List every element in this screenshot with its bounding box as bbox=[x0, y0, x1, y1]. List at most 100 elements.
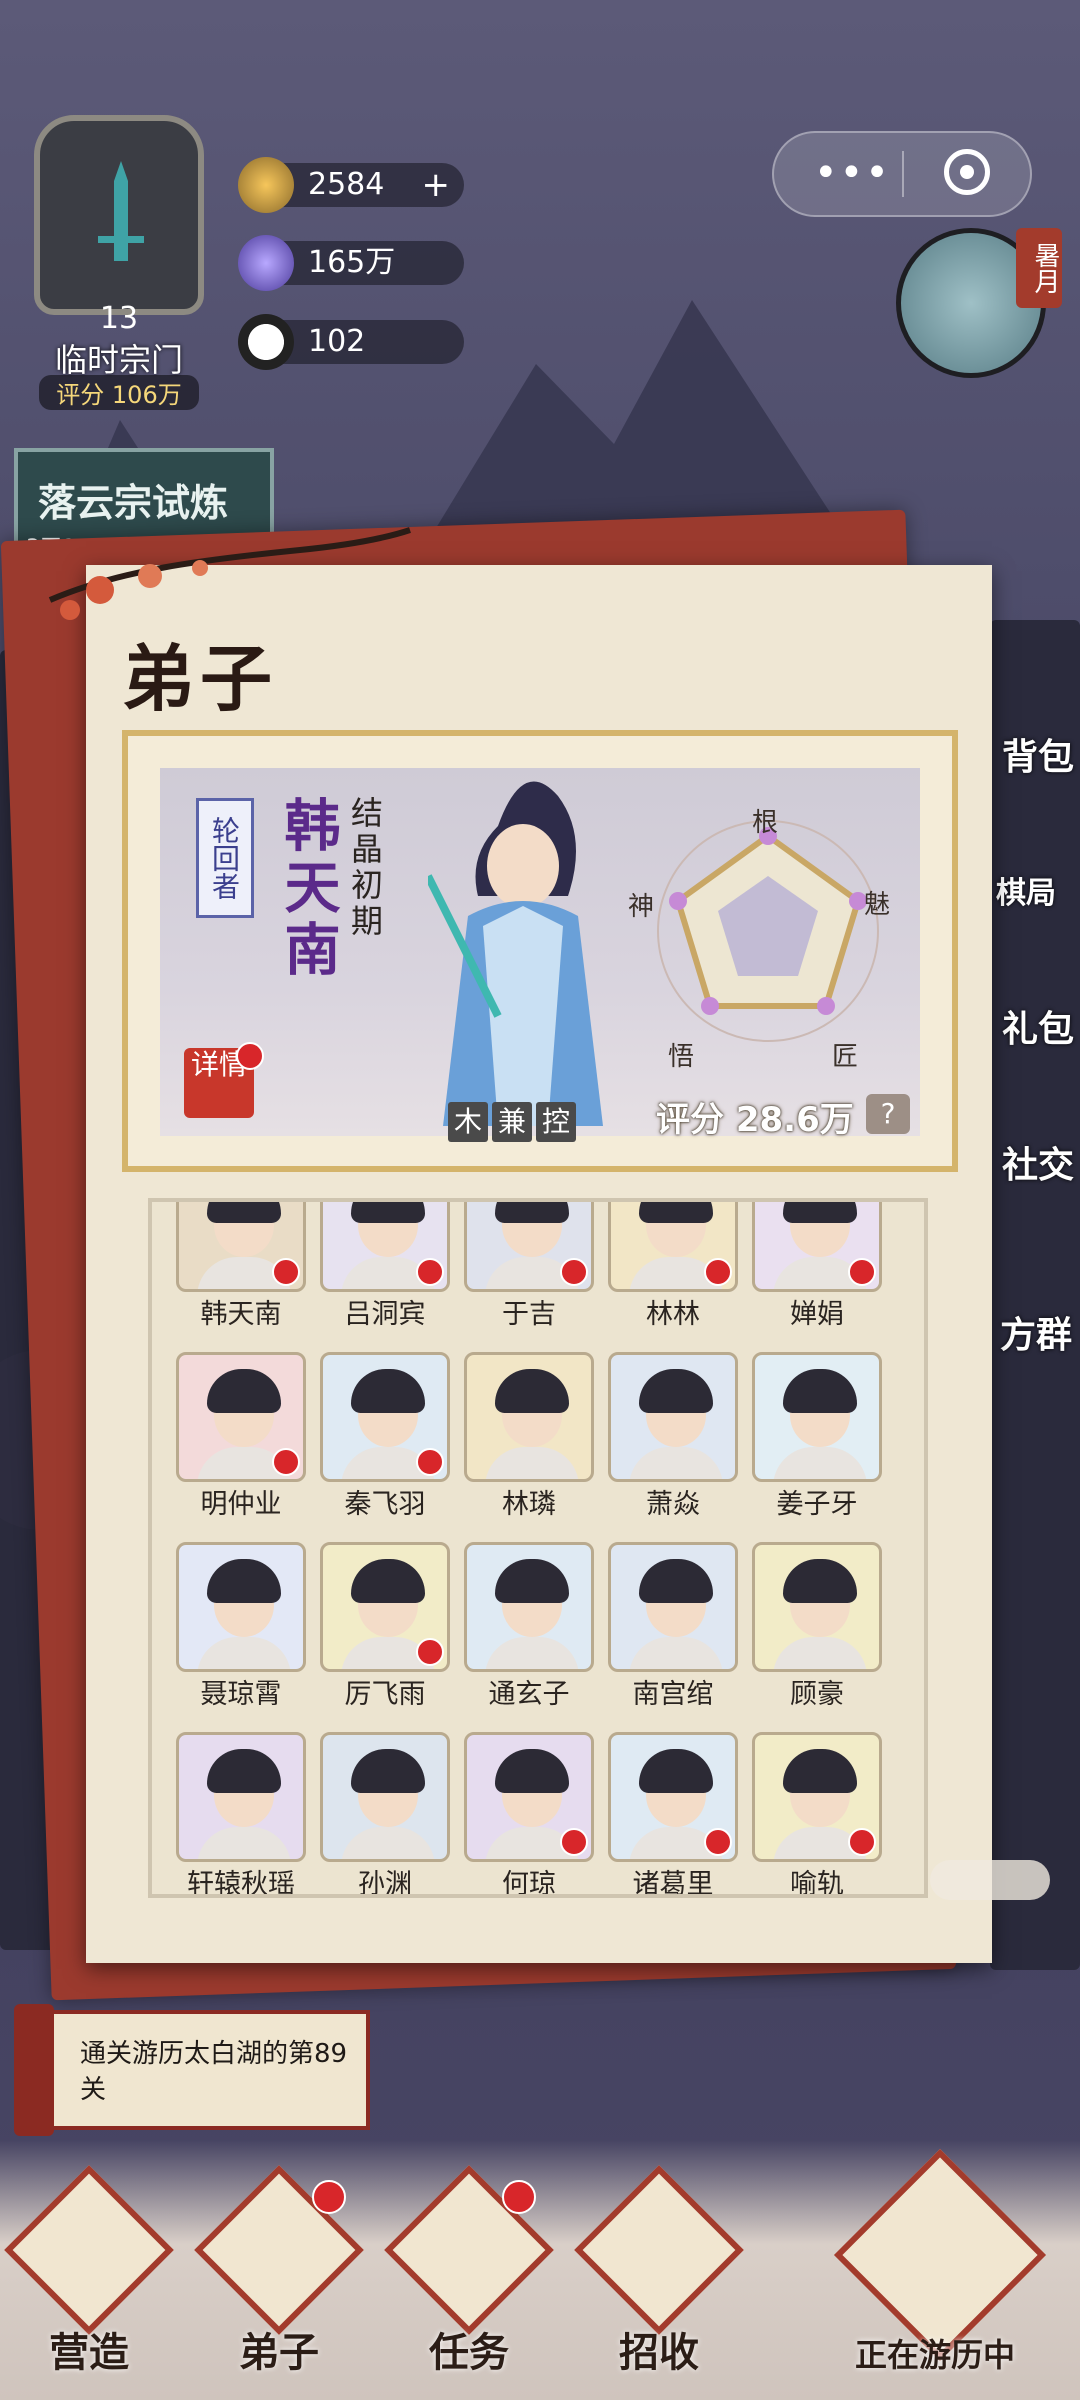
disciple-name: 顾豪 bbox=[790, 1679, 844, 1710]
background-building bbox=[990, 620, 1080, 1970]
notification-dot bbox=[502, 2180, 536, 2214]
quest-tracker[interactable]: 通关游历太白湖的第89关 bbox=[14, 2004, 370, 2136]
disciple-card-item[interactable]: 顾豪 bbox=[752, 1542, 882, 1712]
disciple-card-item[interactable]: 于吉 bbox=[464, 1202, 594, 1332]
notification-dot bbox=[416, 1258, 444, 1286]
cloud-decoration bbox=[930, 1860, 1050, 1900]
disciple-card-item[interactable]: 韩天南 bbox=[176, 1202, 306, 1332]
resource-value: 165万 bbox=[308, 245, 396, 280]
crystal-icon bbox=[238, 235, 294, 291]
sect-emblem[interactable]: 13 临时宗门 评分 106万 bbox=[24, 115, 214, 415]
disciple-card-item[interactable]: 通玄子 bbox=[464, 1542, 594, 1712]
disciple-card-item[interactable]: 林林 bbox=[608, 1202, 738, 1332]
resource-value: 102 bbox=[308, 324, 366, 359]
disciple-name: 何琼 bbox=[502, 1869, 556, 1898]
disciple-name: 南宫绾 bbox=[632, 1679, 714, 1710]
disciple-name: 孙渊 bbox=[358, 1869, 412, 1898]
trait-chip: 控 bbox=[536, 1102, 576, 1142]
disciple-card-item[interactable]: 聂琼霄 bbox=[176, 1542, 306, 1712]
more-icon[interactable]: ••• bbox=[814, 153, 891, 193]
featured-realm: 结晶初期 bbox=[346, 796, 384, 940]
disciple-avatar bbox=[464, 1542, 594, 1672]
featured-disciple-panel: 轮回者 韩天南 结晶初期 详情 木兼控 根 魅 匠 悟 神 评分 28.6万 ? bbox=[122, 730, 958, 1172]
disciple-name: 聂琼霄 bbox=[200, 1679, 282, 1710]
quest-text: 通关游历太白湖的第89关 bbox=[80, 2039, 348, 2105]
side-chess[interactable]: 棋局 bbox=[996, 868, 1056, 912]
notification-dot bbox=[272, 1258, 300, 1286]
radar-label-root: 根 bbox=[752, 808, 779, 838]
disciple-name: 诸葛里 bbox=[632, 1869, 714, 1898]
disciple-card-item[interactable]: 何琼 bbox=[464, 1732, 594, 1894]
disciple-name: 厉飞雨 bbox=[344, 1679, 426, 1710]
disciple-name: 喻轨 bbox=[790, 1869, 844, 1898]
nav-disciples[interactable]: 弟子 bbox=[194, 2165, 364, 2380]
disciple-card-item[interactable]: 秦飞羽 bbox=[320, 1352, 450, 1522]
disciple-card-item[interactable]: 吕洞宾 bbox=[320, 1202, 450, 1332]
featured-character-portrait bbox=[424, 756, 618, 1146]
disciple-name: 通玄子 bbox=[488, 1679, 570, 1710]
resource-spirit-stone[interactable]: 2584 + bbox=[238, 157, 464, 213]
radar-label-craft: 匠 bbox=[832, 1042, 859, 1072]
trait-chip: 木 bbox=[448, 1102, 488, 1142]
close-miniprogram-icon[interactable] bbox=[944, 149, 990, 195]
side-gift[interactable]: 礼包 bbox=[1002, 1000, 1074, 1052]
disciple-name: 吕洞宾 bbox=[344, 1299, 426, 1330]
side-social[interactable]: 社交 bbox=[1002, 1136, 1074, 1188]
disciple-card-item[interactable]: 轩辕秋瑶 bbox=[176, 1732, 306, 1894]
disciple-name: 轩辕秋瑶 bbox=[187, 1869, 295, 1898]
attribute-radar-chart bbox=[648, 806, 888, 1046]
notification-dot bbox=[416, 1448, 444, 1476]
side-group[interactable]: 方群 bbox=[1000, 1306, 1072, 1358]
nav-recruit[interactable]: 招收 bbox=[574, 2165, 744, 2380]
disciple-list[interactable]: 韩天南 吕洞宾 于吉 林林 婵娟明仲业 秦飞羽 林璘 萧焱 姜子牙聂琼霄 厉飞雨 通玄子 南宫绾 顾豪轩… bbox=[148, 1198, 928, 1898]
recruit-icon bbox=[574, 2165, 744, 2335]
notification-dot bbox=[416, 1638, 444, 1666]
disciple-card-item[interactable]: 婵娟 bbox=[752, 1202, 882, 1332]
disciple-card-item[interactable]: 林璘 bbox=[464, 1352, 594, 1522]
nav-tasks[interactable]: 任务 bbox=[384, 2165, 554, 2380]
radar-label-insight: 悟 bbox=[668, 1042, 695, 1072]
nav-label: 正在游历中 bbox=[854, 2336, 1015, 2374]
nav-build[interactable]: 营造 bbox=[4, 2165, 174, 2380]
rank-badge: 轮回者 bbox=[196, 798, 254, 918]
disciple-card-item[interactable]: 诸葛里 bbox=[608, 1732, 738, 1894]
disciple-name: 林璘 bbox=[502, 1489, 556, 1520]
disciple-avatar bbox=[464, 1352, 594, 1482]
nav-label: 营造 bbox=[49, 2329, 129, 2376]
side-bag[interactable]: 背包 bbox=[1002, 728, 1074, 780]
sect-score: 评分 106万 bbox=[39, 375, 199, 410]
resource-crystal[interactable]: 165万 bbox=[238, 235, 464, 291]
disciple-card-item[interactable]: 孙渊 bbox=[320, 1732, 450, 1894]
notification-dot bbox=[704, 1828, 732, 1856]
disciple-card-item[interactable]: 明仲业 bbox=[176, 1352, 306, 1522]
disciple-card-item[interactable]: 姜子牙 bbox=[752, 1352, 882, 1522]
plus-icon[interactable]: + bbox=[422, 163, 451, 207]
detail-badge bbox=[236, 1042, 264, 1070]
featured-score: 评分 28.6万 bbox=[656, 1100, 854, 1140]
disciple-name: 萧焱 bbox=[646, 1489, 700, 1520]
disciple-card-item[interactable]: 南宫绾 bbox=[608, 1542, 738, 1712]
disciple-avatar bbox=[608, 1542, 738, 1672]
nav-label: 弟子 bbox=[239, 2329, 319, 2376]
notification-dot bbox=[272, 1448, 300, 1476]
disciple-avatar bbox=[176, 1732, 306, 1862]
nav-label: 任务 bbox=[429, 2329, 509, 2376]
disciple-card-item[interactable]: 喻轨 bbox=[752, 1732, 882, 1894]
disciple-card-item[interactable]: 厉飞雨 bbox=[320, 1542, 450, 1712]
nav-travel[interactable]: 正在游历中 bbox=[810, 2148, 1060, 2380]
disciple-avatar bbox=[320, 1732, 450, 1862]
sword-icon bbox=[86, 161, 156, 271]
help-icon[interactable]: ? bbox=[866, 1094, 910, 1134]
notification-dot bbox=[848, 1258, 876, 1286]
sect-crest bbox=[34, 115, 204, 315]
disciple-avatar bbox=[608, 1352, 738, 1482]
notification-dot bbox=[848, 1828, 876, 1856]
disciple-name: 明仲业 bbox=[200, 1489, 282, 1520]
disciple-name: 秦飞羽 bbox=[344, 1489, 426, 1520]
build-icon bbox=[4, 2165, 174, 2335]
disciple-card-item[interactable]: 萧焱 bbox=[608, 1352, 738, 1522]
bottom-nav: 营造 弟子 任务 招收 正在游历中 bbox=[0, 2148, 1080, 2400]
disciple-avatar bbox=[176, 1542, 306, 1672]
trait-list: 木兼控 bbox=[448, 1102, 580, 1142]
resource-yinyang[interactable]: 102 bbox=[238, 314, 464, 370]
